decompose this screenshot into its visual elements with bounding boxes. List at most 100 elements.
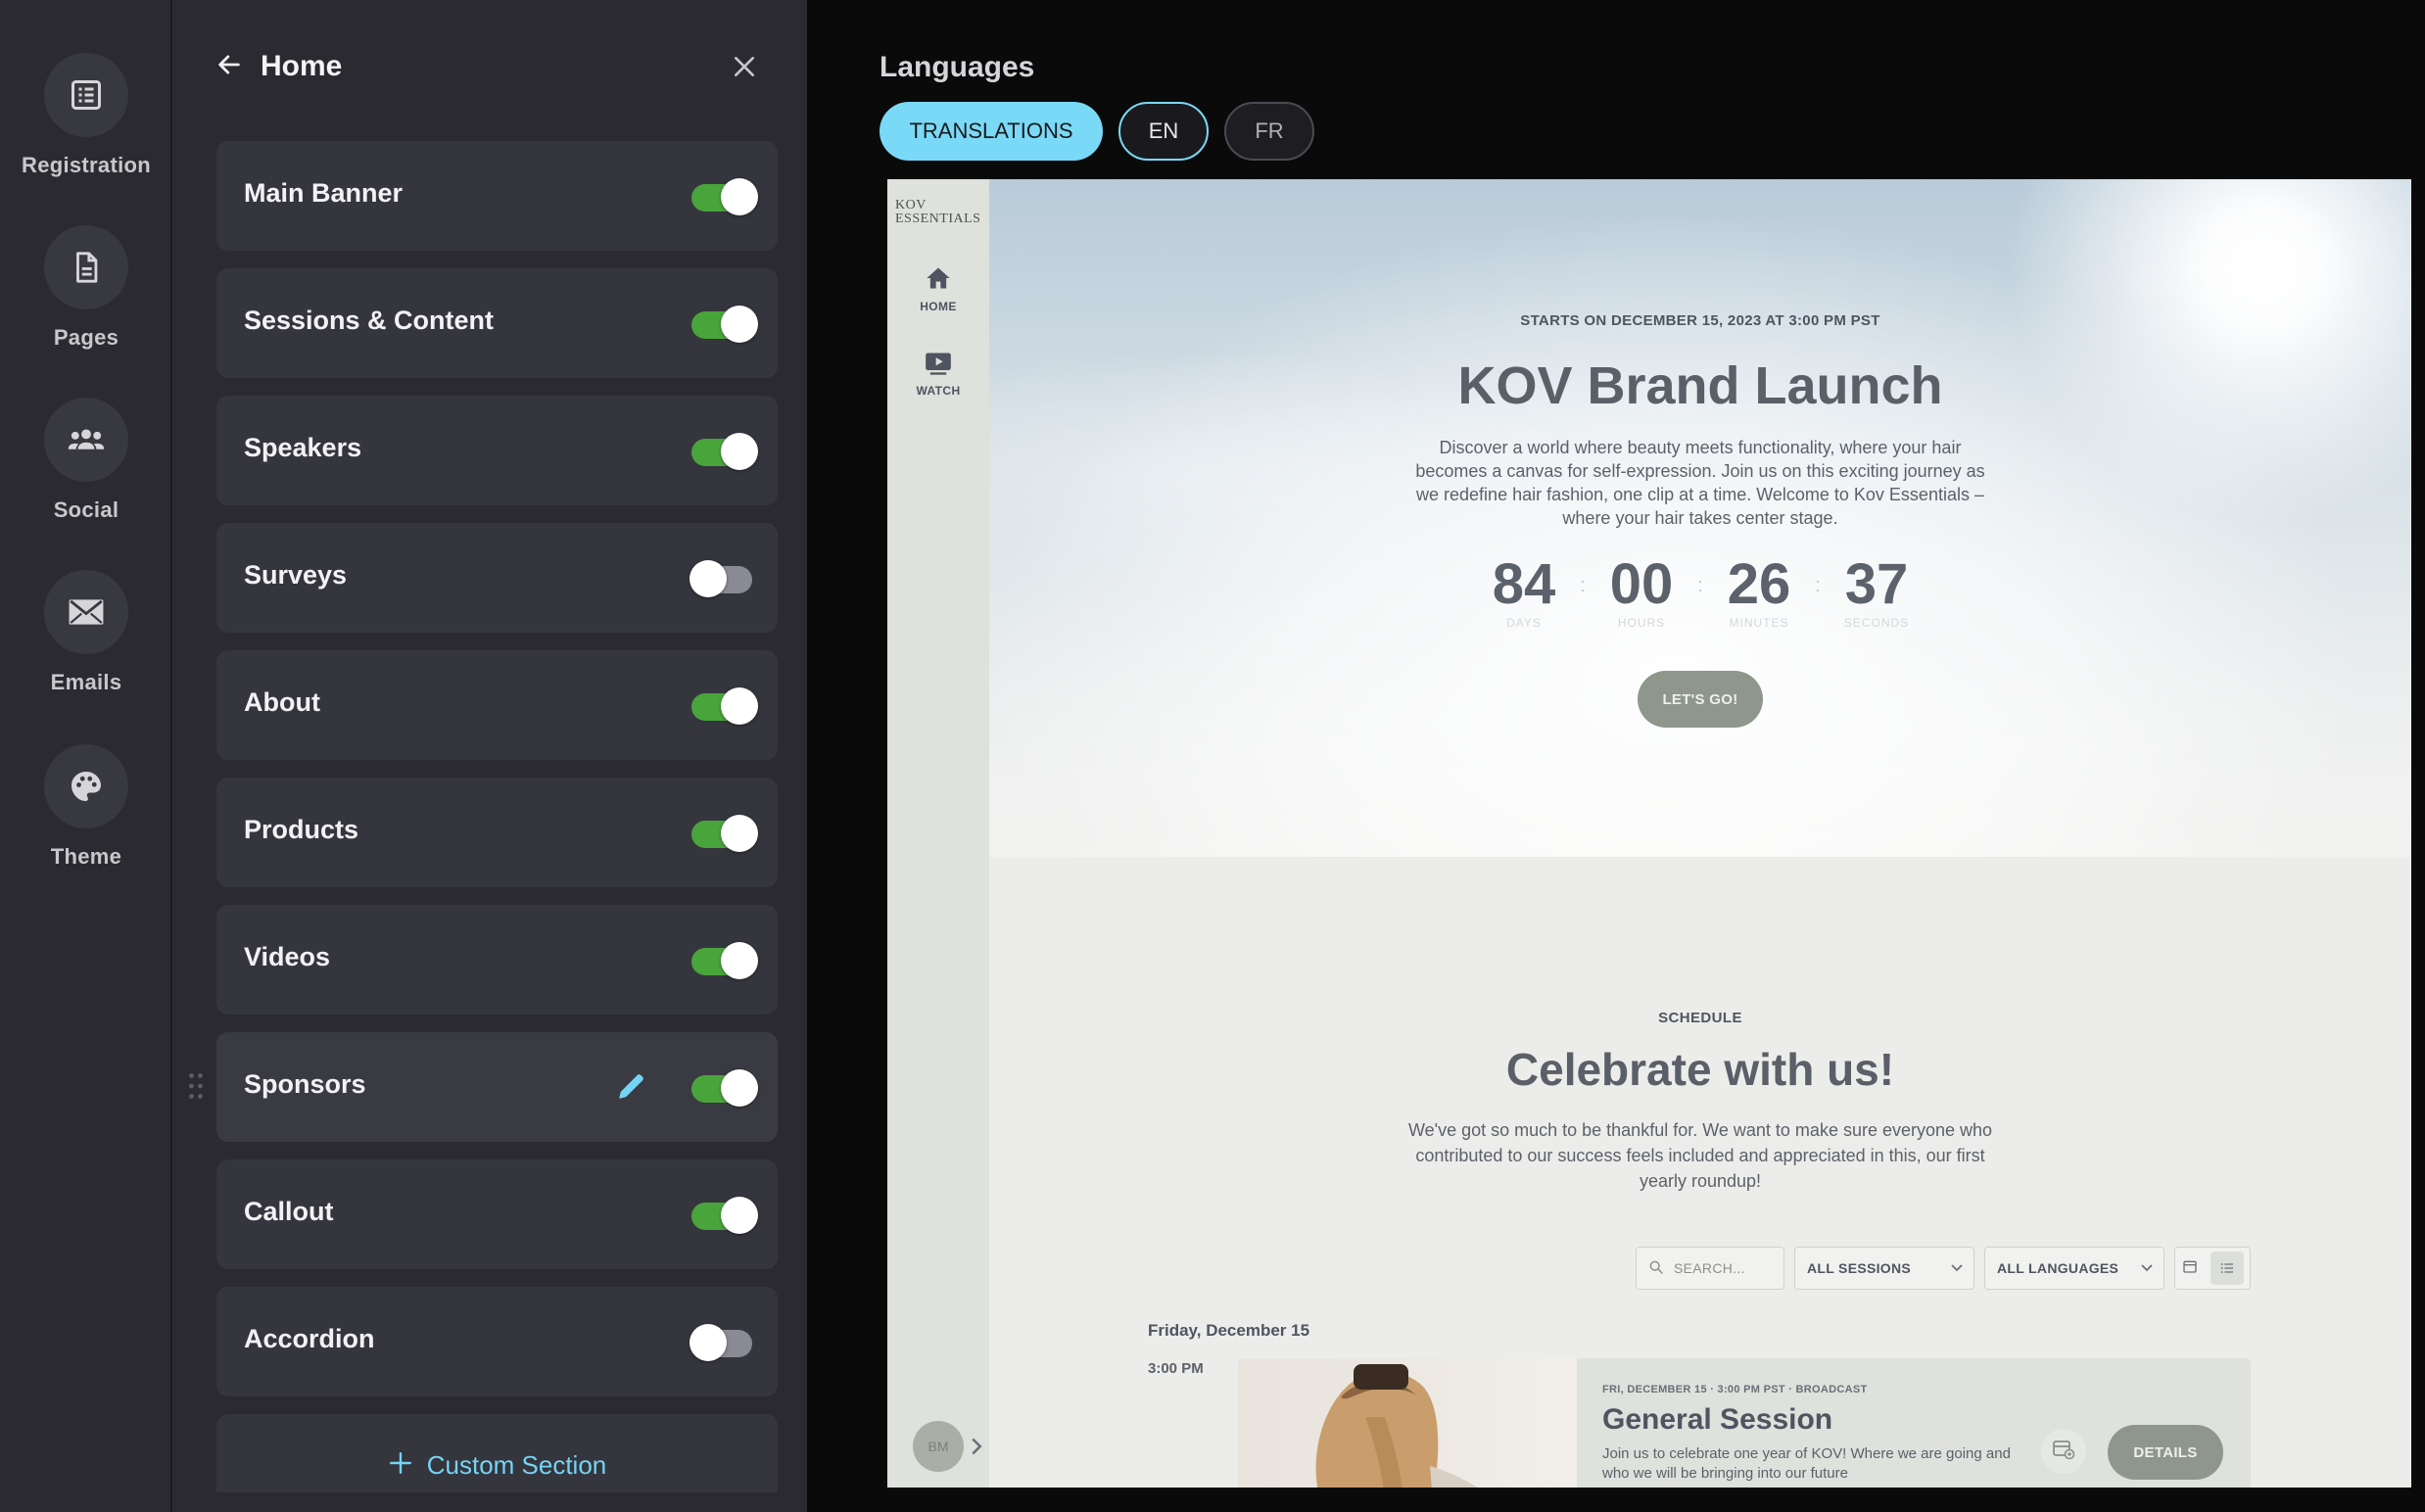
toggle-knob: [721, 815, 758, 852]
back-arrow-icon[interactable]: [215, 51, 243, 83]
countdown-number: 37: [1844, 552, 1909, 616]
group-people-icon: [44, 398, 128, 482]
toggle-knob: [721, 942, 758, 979]
schedule-filters: SEARCH... ALL SESSIONS ALL LANGUAGES: [1636, 1247, 2251, 1290]
countdown-number: 84: [1492, 552, 1556, 616]
countdown-label: HOURS: [1617, 616, 1666, 630]
languages-filter-select[interactable]: ALL LANGUAGES: [1984, 1247, 2164, 1290]
section-label: Main Banner: [244, 178, 404, 208]
section-toggle[interactable]: [691, 178, 758, 215]
countdown-separator: :: [1815, 575, 1821, 596]
list-view-icon[interactable]: [2210, 1252, 2244, 1285]
left-rail: Registration Pages Social Emails Theme: [0, 0, 172, 1512]
toggle-knob: [689, 560, 727, 597]
play-video-icon: [925, 352, 952, 380]
toggle-knob: [721, 178, 758, 215]
section-toggle[interactable]: [691, 942, 758, 979]
chevron-right-icon[interactable]: [970, 1437, 983, 1456]
rail-item-pages[interactable]: Pages: [0, 225, 172, 351]
section-videos[interactable]: Videos: [216, 905, 778, 1015]
chevron-down-icon: [1950, 1260, 1964, 1276]
rail-label-theme: Theme: [50, 844, 122, 869]
brand-logo[interactable]: KOV ESSENTIALS: [895, 199, 983, 226]
section-main-banner[interactable]: Main Banner: [216, 141, 778, 251]
session-image: [1238, 1358, 1577, 1488]
section-speakers[interactable]: Speakers: [216, 396, 778, 505]
drag-handle-icon[interactable]: [187, 1071, 205, 1101]
languages-title: Languages: [880, 51, 1035, 83]
section-about[interactable]: About: [216, 650, 778, 760]
rail-item-social[interactable]: Social: [0, 398, 172, 523]
countdown-seconds: 37 SECONDS: [1823, 552, 1930, 631]
app-root: Registration Pages Social Emails Theme H…: [0, 0, 2425, 1512]
section-toggle[interactable]: [689, 1324, 756, 1361]
section-toggle[interactable]: [691, 306, 758, 343]
preview-nav-home[interactable]: HOME: [887, 265, 989, 313]
session-search-input[interactable]: SEARCH...: [1636, 1247, 1784, 1290]
countdown: 84 DAYS : 00 HOURS : 26 MINUTES : 37 SEC…: [989, 552, 2411, 631]
section-label: Products: [244, 815, 359, 844]
session-details-button[interactable]: DETAILS: [2108, 1425, 2223, 1480]
section-toggle[interactable]: [691, 687, 758, 725]
translations-button[interactable]: TRANSLATIONS: [880, 102, 1103, 161]
countdown-days: 84 DAYS: [1470, 552, 1578, 631]
section-toggle[interactable]: [691, 433, 758, 470]
countdown-label: DAYS: [1506, 616, 1542, 630]
preview-nav-watch[interactable]: WATCH: [887, 352, 989, 398]
sessions-filter-select[interactable]: ALL SESSIONS: [1794, 1247, 1974, 1290]
plus-icon: [388, 1450, 413, 1481]
toggle-knob: [721, 433, 758, 470]
language-fr-button[interactable]: FR: [1224, 102, 1314, 161]
rail-item-emails[interactable]: Emails: [0, 570, 172, 695]
rail-item-registration[interactable]: Registration: [0, 53, 172, 178]
hero-description: Discover a world where beauty meets func…: [1415, 438, 1985, 528]
section-sponsors[interactable]: Sponsors: [189, 1032, 778, 1142]
section-label: About: [244, 687, 320, 717]
rail-label-registration: Registration: [22, 153, 151, 177]
registration-list-icon: [44, 53, 128, 137]
section-toggle[interactable]: [691, 815, 758, 852]
countdown-separator: :: [1580, 575, 1586, 596]
pencil-edit-icon[interactable]: [615, 1069, 650, 1105]
hero-start-date: STARTS ON DECEMBER 15, 2023 AT 3:00 PM P…: [1520, 312, 1880, 329]
section-toggle[interactable]: [691, 1069, 758, 1107]
page-document-icon: [44, 225, 128, 309]
section-label: Accordion: [244, 1324, 375, 1353]
logo-line1: KOV: [895, 198, 927, 213]
rail-label-social: Social: [53, 497, 119, 522]
schedule-kicker: SCHEDULE: [1658, 1010, 1742, 1026]
section-toggle[interactable]: [691, 1197, 758, 1234]
section-products[interactable]: Products: [216, 778, 778, 887]
section-label: Speakers: [244, 433, 362, 462]
custom-section-label: Custom Section: [426, 1449, 607, 1480]
section-surveys[interactable]: Surveys: [216, 523, 778, 633]
avatar[interactable]: BM: [913, 1421, 964, 1472]
rail-item-theme[interactable]: Theme: [0, 744, 172, 870]
countdown-hours: 00 HOURS: [1588, 555, 1695, 631]
add-to-calendar-button[interactable]: [2041, 1429, 2086, 1474]
hero-title: KOV Brand Launch: [1457, 356, 1943, 415]
panel-header: Home: [215, 39, 764, 94]
calendar-view-icon[interactable]: [2182, 1258, 2198, 1279]
section-label: Callout: [244, 1197, 334, 1226]
add-custom-section-button[interactable]: Custom Section: [216, 1414, 778, 1492]
countdown-minutes: 26 MINUTES: [1705, 552, 1813, 631]
preview-area: Languages TRANSLATIONS EN FR KOV ESSENTI…: [807, 0, 2425, 1512]
section-label: Surveys: [244, 560, 348, 590]
toggle-knob: [721, 306, 758, 343]
toggle-knob: [721, 1197, 758, 1234]
section-accordion[interactable]: Accordion: [216, 1287, 778, 1396]
preview-nav: KOV ESSENTIALS HOME WATCH BM: [887, 179, 989, 1488]
section-sessions-content[interactable]: Sessions & Content: [216, 268, 778, 378]
schedule-description: We've got so much to be thankful for. We…: [1407, 1120, 1993, 1191]
nav-label: WATCH: [916, 384, 961, 398]
countdown-number: 26: [1727, 552, 1791, 616]
section-callout[interactable]: Callout: [216, 1159, 778, 1269]
language-en-button[interactable]: EN: [1118, 102, 1209, 161]
countdown-label: MINUTES: [1729, 616, 1789, 630]
section-toggle[interactable]: [689, 560, 756, 597]
home-icon: [925, 265, 952, 296]
close-icon[interactable]: [725, 47, 764, 86]
lets-go-button[interactable]: LET'S GO!: [1638, 671, 1763, 728]
session-card[interactable]: FRI, DECEMBER 15 · 3:00 PM PST · BROADCA…: [1238, 1358, 2251, 1488]
